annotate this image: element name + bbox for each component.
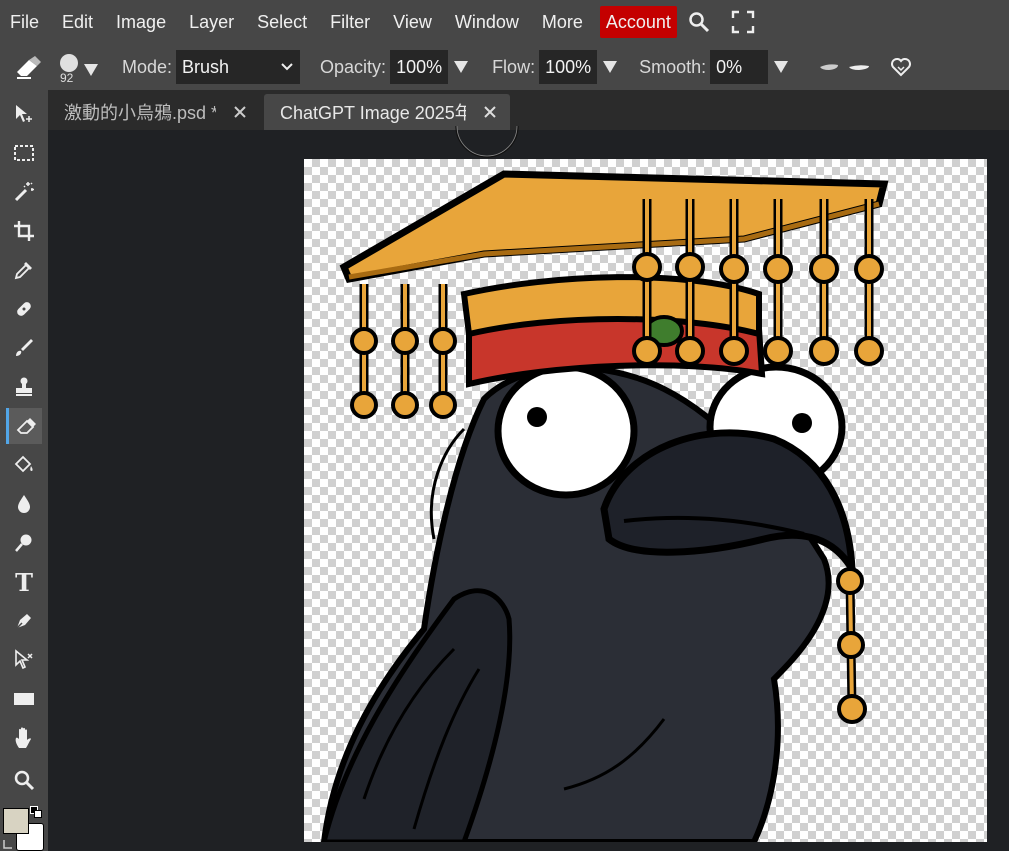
mode-label: Mode: — [122, 56, 173, 77]
magic-wand-icon[interactable] — [6, 174, 42, 210]
swap-colors-icon[interactable] — [2, 836, 16, 850]
move-icon[interactable] — [6, 96, 42, 132]
text-icon[interactable]: T — [6, 564, 42, 600]
brush-size-picker[interactable]: 92 — [50, 45, 98, 89]
menu-image[interactable]: Image — [106, 0, 179, 44]
chevron-down-icon — [281, 63, 293, 71]
canvas-area[interactable] — [48, 125, 1009, 851]
mode-select[interactable]: Brush — [176, 50, 301, 84]
fullscreen-icon[interactable] — [721, 0, 765, 44]
tab-title: 激動的小烏鴉.psd * — [64, 103, 217, 123]
brush-size-value: 92 — [60, 71, 74, 85]
default-colors-icon[interactable] — [30, 806, 42, 818]
menu-file[interactable]: File — [0, 0, 52, 44]
tab-title: ChatGPT Image 2025年 — [280, 103, 467, 123]
flow-dropdown-icon[interactable] — [603, 61, 618, 73]
brush-icon[interactable] — [6, 330, 42, 366]
brush-dropdown-icon — [84, 64, 98, 76]
menu-select[interactable]: Select — [247, 0, 320, 44]
zoom-icon[interactable] — [6, 762, 42, 798]
smooth-dropdown-icon[interactable] — [774, 61, 789, 73]
crop-icon[interactable] — [6, 213, 42, 249]
dodge-icon[interactable] — [6, 525, 42, 561]
eyedropper-icon[interactable] — [6, 252, 42, 288]
healing-icon[interactable] — [6, 291, 42, 327]
mode-value: Brush — [182, 56, 230, 77]
menu-filter[interactable]: Filter — [320, 0, 383, 44]
tab-document-1[interactable]: 激動的小烏鴉.psd * — [48, 94, 260, 130]
pressure-size-icon[interactable] — [814, 52, 844, 82]
flow-input[interactable]: 100% — [539, 50, 598, 84]
eraser-tool-button[interactable] — [6, 408, 42, 444]
document-canvas[interactable] — [304, 159, 987, 842]
path-select-icon[interactable] — [6, 642, 42, 678]
close-icon[interactable] — [230, 102, 250, 122]
bucket-icon[interactable] — [6, 447, 42, 483]
brush-preview-icon — [60, 54, 78, 72]
opacity-input[interactable]: 100% — [390, 50, 449, 84]
pen-icon[interactable] — [6, 603, 42, 639]
workspace: 激動的小烏鴉.psd * ChatGPT Image 2025年 — [48, 90, 1009, 851]
account-button[interactable]: Account — [599, 6, 677, 38]
crow-artwork — [320, 170, 889, 842]
eraser-icon[interactable] — [6, 45, 50, 89]
smooth-input[interactable]: 0% — [710, 50, 769, 84]
menu-more[interactable]: More — [532, 0, 596, 44]
close-icon[interactable] — [480, 102, 500, 122]
flow-label: Flow: — [492, 56, 536, 77]
brush-cursor-icon — [455, 125, 519, 158]
eraser-icon — [16, 418, 36, 434]
heart-icon[interactable] — [886, 52, 916, 82]
document-tabs: 激動的小烏鴉.psd * ChatGPT Image 2025年 — [48, 90, 1009, 130]
shape-icon[interactable] — [6, 681, 42, 717]
pressure-opacity-icon[interactable] — [844, 52, 874, 82]
menu-edit[interactable]: Edit — [52, 0, 106, 44]
opacity-dropdown-icon[interactable] — [454, 61, 469, 73]
tools-panel: T — [0, 90, 48, 851]
stamp-icon[interactable] — [6, 369, 42, 405]
opacity-label: Opacity: — [320, 56, 387, 77]
blur-icon[interactable] — [6, 486, 42, 522]
hand-icon[interactable] — [6, 720, 42, 756]
menu-view[interactable]: View — [383, 0, 445, 44]
foreground-color-swatch[interactable] — [3, 808, 29, 834]
marquee-icon[interactable] — [6, 135, 42, 171]
options-bar: 92 Mode: Brush Opacity: 100% Flow: 100% … — [0, 44, 1009, 90]
menu-bar: File Edit Image Layer Select Filter View… — [0, 0, 1009, 44]
menu-layer[interactable]: Layer — [179, 0, 247, 44]
smooth-label: Smooth: — [639, 56, 707, 77]
menu-window[interactable]: Window — [445, 0, 532, 44]
search-icon[interactable] — [677, 0, 721, 44]
